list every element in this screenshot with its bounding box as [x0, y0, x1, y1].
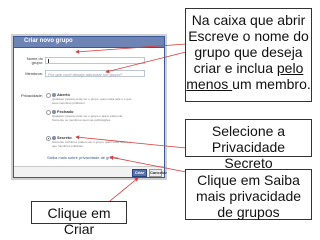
callout-text: um membro.: [232, 76, 311, 92]
callout-line: Clique em Saiba: [197, 172, 300, 188]
callout-line: criar e inclua pelo: [186, 60, 311, 76]
callout-line: Na caixa que abrir: [191, 12, 306, 28]
callout-privacy-link: Clique em Saiba mais privacidade de grup…: [185, 169, 312, 220]
callout-text: criar e inclua: [193, 60, 277, 76]
arrow-to-secret-option: [75, 135, 187, 149]
callout-line: de grupos: [217, 204, 280, 220]
arrow-to-privacy-link: [109, 155, 187, 173]
callout-line: Privacidade Secreto: [211, 139, 286, 171]
callout-line: Selecione a: [211, 123, 286, 139]
callout-line: Clique em Criar: [47, 205, 111, 237]
callout-line: menos um membro.: [186, 76, 311, 92]
callout-underlined-text: pelo: [276, 60, 304, 76]
callout-underlined-text: menos: [186, 76, 233, 92]
arrow-to-members-input: [105, 51, 187, 74]
callout-group-name: Na caixa que abrir Escreve o nome do gru…: [185, 8, 312, 102]
callout-create: Clique em Criar: [31, 201, 127, 237]
callout-line: Escreve o nome do: [188, 28, 309, 44]
callout-line: mais privacidade: [195, 188, 302, 204]
arrow-to-name-input: [75, 43, 187, 54]
callout-line: grupo que deseja: [194, 44, 303, 60]
callout-privacy: Selecione a Privacidade Secreto: [185, 119, 312, 171]
